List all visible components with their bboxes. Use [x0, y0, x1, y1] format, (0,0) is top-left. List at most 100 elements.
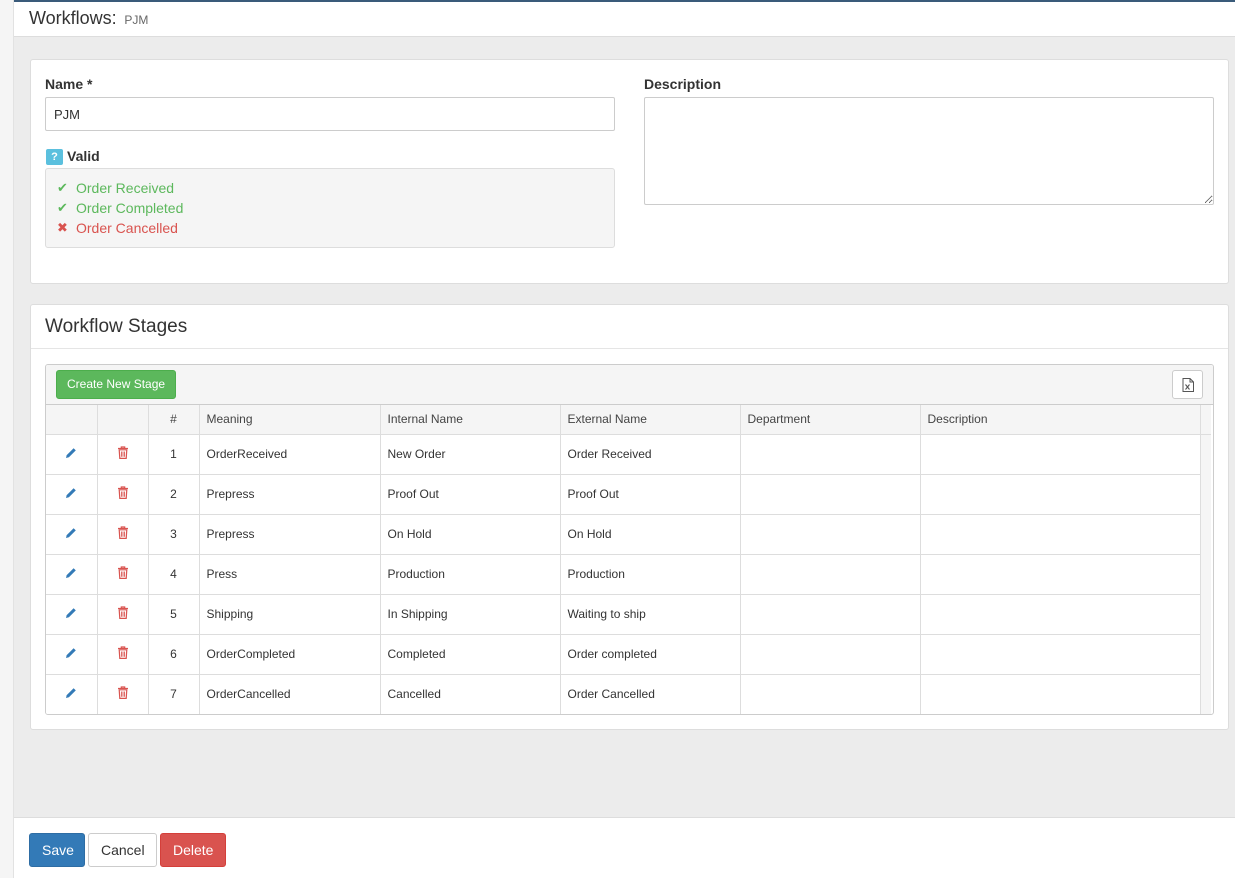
- trash-icon[interactable]: [117, 526, 129, 539]
- validation-label: Order Completed: [76, 200, 184, 216]
- cell-external-name: Order Received: [560, 434, 741, 475]
- trash-icon[interactable]: [117, 686, 129, 699]
- delete-cell[interactable]: [97, 434, 149, 475]
- check-icon: ✔: [57, 200, 68, 215]
- trash-icon[interactable]: [117, 446, 129, 459]
- cell-internal-name: Production: [380, 554, 561, 595]
- delete-cell[interactable]: [97, 634, 149, 675]
- trash-icon[interactable]: [117, 566, 129, 579]
- cell-external-name: Waiting to ship: [560, 594, 741, 635]
- cell-external-name: Order completed: [560, 634, 741, 675]
- pencil-icon[interactable]: [65, 487, 77, 499]
- column-header-internal-name[interactable]: Internal Name: [380, 405, 561, 435]
- workflow-stages-panel: Workflow Stages Create New Stage # Meani…: [30, 304, 1229, 730]
- cell-description: [920, 474, 1201, 515]
- pencil-icon[interactable]: [65, 687, 77, 699]
- delete-cell[interactable]: [97, 554, 149, 595]
- cell-internal-name: New Order: [380, 434, 561, 475]
- save-button[interactable]: Save: [29, 833, 85, 867]
- scrollbar-track[interactable]: [1200, 634, 1211, 675]
- stages-grid: Create New Stage # Meaning Internal Name…: [45, 364, 1214, 715]
- scrollbar-track[interactable]: [1200, 514, 1211, 555]
- scrollbar-track[interactable]: [1200, 674, 1211, 714]
- pencil-icon[interactable]: [65, 607, 77, 619]
- trash-icon[interactable]: [117, 646, 129, 659]
- trash-icon[interactable]: [117, 486, 129, 499]
- scrollbar-track[interactable]: [1200, 554, 1211, 595]
- cell-number: 5: [148, 594, 200, 635]
- stages-title: Workflow Stages: [45, 316, 188, 337]
- table-header-row: # Meaning Internal Name External Name De…: [46, 405, 1211, 435]
- column-header-number[interactable]: #: [148, 405, 200, 435]
- validation-item: ✔ Order Completed: [57, 198, 603, 218]
- scrollbar-track[interactable]: [1200, 594, 1211, 635]
- cell-number: 3: [148, 514, 200, 555]
- column-header-description[interactable]: Description: [920, 405, 1201, 435]
- edit-cell[interactable]: [46, 554, 98, 595]
- excel-icon: [1182, 377, 1194, 392]
- column-header-meaning[interactable]: Meaning: [199, 405, 381, 435]
- cell-description: [920, 554, 1201, 595]
- column-header-external-name[interactable]: External Name: [560, 405, 741, 435]
- cell-number: 7: [148, 674, 200, 714]
- description-input[interactable]: [644, 97, 1214, 205]
- cell-meaning: OrderReceived: [199, 434, 381, 475]
- scrollbar-header: [1200, 405, 1211, 435]
- cell-internal-name: Cancelled: [380, 674, 561, 714]
- description-label: Description: [644, 76, 722, 92]
- edit-cell[interactable]: [46, 674, 98, 714]
- validation-item: ✖ Order Cancelled: [57, 218, 603, 238]
- column-header-department[interactable]: Department: [740, 405, 921, 435]
- pencil-icon[interactable]: [65, 567, 77, 579]
- validation-label: Order Cancelled: [76, 220, 178, 236]
- table-row: 7 OrderCancelled Cancelled Order Cancell…: [46, 674, 1211, 714]
- delete-cell[interactable]: [97, 474, 149, 515]
- pencil-icon[interactable]: [65, 647, 77, 659]
- table-row: 2 Prepress Proof Out Proof Out: [46, 474, 1211, 515]
- valid-label: Valid: [67, 148, 100, 164]
- cell-internal-name: In Shipping: [380, 594, 561, 635]
- page-subtitle: PJM: [124, 13, 149, 27]
- delete-button[interactable]: Delete: [160, 833, 226, 867]
- stages-table-body: 1 OrderReceived New Order Order Received…: [46, 434, 1211, 714]
- delete-cell[interactable]: [97, 514, 149, 555]
- name-input[interactable]: [45, 97, 615, 131]
- cell-description: [920, 634, 1201, 675]
- create-stage-button[interactable]: Create New Stage: [56, 370, 177, 399]
- cell-number: 6: [148, 634, 200, 675]
- cell-department: [740, 554, 921, 595]
- cell-description: [920, 514, 1201, 555]
- form-footer: Save Cancel Delete: [14, 817, 1235, 878]
- edit-cell[interactable]: [46, 514, 98, 555]
- cell-department: [740, 674, 921, 714]
- edit-cell[interactable]: [46, 474, 98, 515]
- cell-meaning: Prepress: [199, 474, 381, 515]
- edit-cell[interactable]: [46, 634, 98, 675]
- cell-description: [920, 434, 1201, 475]
- cell-meaning: Shipping: [199, 594, 381, 635]
- delete-cell[interactable]: [97, 594, 149, 635]
- check-icon: ✔: [57, 180, 68, 195]
- pencil-icon[interactable]: [65, 447, 77, 459]
- help-icon[interactable]: ?: [46, 149, 63, 165]
- pencil-icon[interactable]: [65, 527, 77, 539]
- divider: [31, 348, 1228, 349]
- scrollbar-track[interactable]: [1200, 474, 1211, 515]
- edit-cell[interactable]: [46, 594, 98, 635]
- cell-internal-name: Proof Out: [380, 474, 561, 515]
- cell-external-name: On Hold: [560, 514, 741, 555]
- edit-cell[interactable]: [46, 434, 98, 475]
- cell-department: [740, 514, 921, 555]
- cancel-button[interactable]: Cancel: [88, 833, 157, 867]
- cell-department: [740, 634, 921, 675]
- table-row: 5 Shipping In Shipping Waiting to ship: [46, 594, 1211, 635]
- cross-icon: ✖: [57, 220, 68, 235]
- delete-cell[interactable]: [97, 674, 149, 714]
- scrollbar-track[interactable]: [1200, 434, 1211, 475]
- stages-table: # Meaning Internal Name External Name De…: [46, 405, 1211, 714]
- table-row: 1 OrderReceived New Order Order Received: [46, 434, 1211, 475]
- left-sidebar-strip: [0, 0, 14, 878]
- trash-icon[interactable]: [117, 606, 129, 619]
- cell-internal-name: On Hold: [380, 514, 561, 555]
- export-excel-button[interactable]: [1172, 370, 1203, 399]
